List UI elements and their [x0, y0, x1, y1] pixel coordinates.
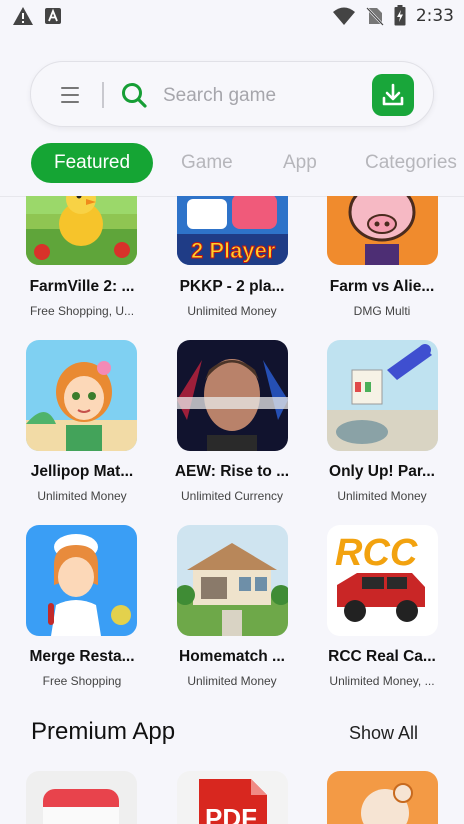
menu-icon[interactable]: [57, 82, 85, 108]
app-subtitle: Unlimited Money: [337, 489, 427, 503]
orange-app-icon: [327, 771, 438, 824]
app-subtitle: Unlimited Money: [187, 304, 277, 318]
app-title: FarmVille 2: ...: [29, 278, 135, 295]
calendar-icon: [26, 771, 137, 824]
app-icon-rcc: RCC: [327, 525, 438, 636]
rcc-logo-text: RCC: [335, 532, 418, 574]
section-title-premium: Premium App: [31, 718, 176, 745]
app-icon-farm-vs-aliens: [327, 196, 438, 265]
app-icon-farmville: [26, 196, 137, 265]
tab-featured[interactable]: Featured: [31, 143, 154, 183]
app-subtitle: Unlimited Money: [37, 489, 127, 503]
app-title: AEW: Rise to ...: [174, 463, 290, 480]
search-divider: [102, 82, 104, 108]
pkkp-logo-text: 2 Player: [191, 238, 276, 263]
pdf-logo-text: PDF: [205, 803, 257, 824]
app-icon-jellipop: [26, 340, 137, 451]
app-icon-homematch: [177, 525, 288, 636]
category-tabs: Featured Game App Categories: [0, 143, 464, 185]
app-title: Homematch ...: [179, 648, 285, 665]
app-subtitle: DMG Multi: [353, 304, 411, 318]
app-title: Merge Resta...: [29, 648, 135, 665]
tab-categories[interactable]: Categories: [365, 143, 457, 183]
download-button[interactable]: [372, 74, 414, 116]
warning-icon: [13, 7, 33, 25]
app-title: Farm vs Alie...: [329, 278, 435, 295]
search-icon[interactable]: [119, 80, 149, 110]
download-icon: [382, 83, 404, 106]
premium-app-calendar[interactable]: [26, 771, 137, 824]
tab-app[interactable]: App: [283, 143, 317, 183]
status-bar: 2:33: [0, 0, 464, 34]
app-subtitle: Free Shopping: [42, 674, 122, 688]
premium-app-orange[interactable]: [327, 771, 438, 824]
show-all-link[interactable]: Show All: [349, 723, 418, 744]
app-title: Jellipop Mat...: [30, 463, 134, 480]
app-subtitle: Free Shopping, U...: [29, 304, 135, 318]
search-bar: [30, 61, 434, 127]
app-icon-merge-restaurant: [26, 525, 137, 636]
a-notification-icon: [45, 8, 61, 24]
app-title: Only Up! Par...: [329, 463, 435, 480]
battery-charging-icon: [394, 5, 406, 26]
app-icon-aew: [177, 340, 288, 451]
app-subtitle: Unlimited Money: [187, 674, 277, 688]
clock: 2:33: [415, 5, 454, 26]
premium-app-pdf[interactable]: PDF: [177, 771, 288, 824]
wifi-icon: [332, 7, 355, 25]
no-sim-icon: [365, 6, 384, 26]
app-subtitle: Unlimited Currency: [180, 489, 284, 503]
pdf-icon: PDF: [177, 771, 288, 824]
app-subtitle: Unlimited Money, ...: [329, 674, 435, 688]
search-input[interactable]: [163, 81, 373, 111]
app-title: PKKP - 2 pla...: [179, 278, 285, 295]
tab-game[interactable]: Game: [181, 143, 233, 183]
app-icon-only-up: [327, 340, 438, 451]
app-grid: FarmVille 2: ... Free Shopping, U... 2 P…: [0, 196, 464, 696]
app-title: RCC Real Ca...: [328, 648, 436, 665]
app-icon-pkkp: 2 Player: [177, 196, 288, 265]
